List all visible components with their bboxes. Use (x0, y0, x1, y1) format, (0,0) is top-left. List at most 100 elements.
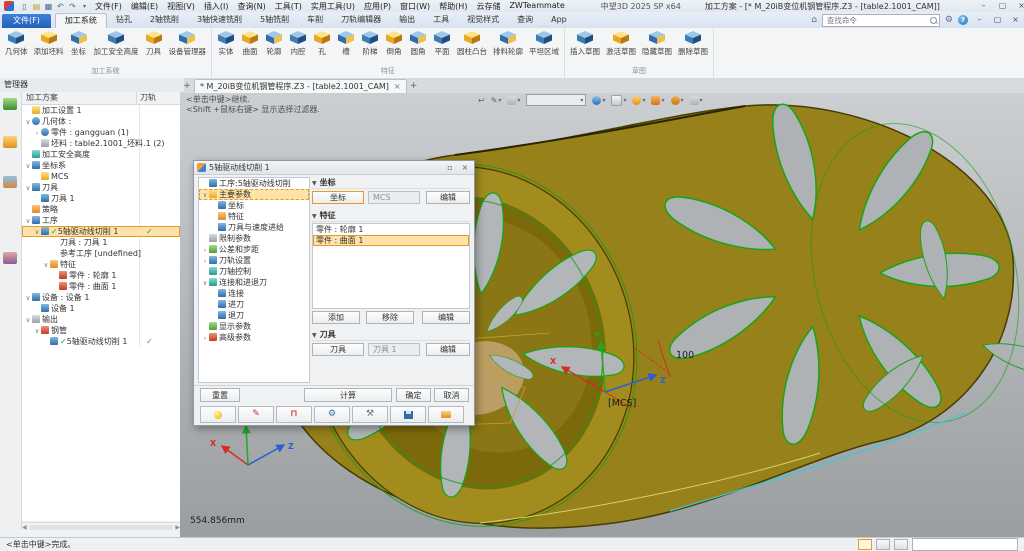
toolpath-button[interactable]: ⊓ (276, 406, 312, 423)
feature-edit-button[interactable]: 编辑 (422, 311, 470, 324)
ribbon-button-坐标[interactable]: 坐标 (67, 29, 91, 58)
menu-item-9[interactable]: 帮助(H) (439, 1, 467, 12)
feature-section-header[interactable]: ▼特征 (312, 210, 470, 222)
ribbon-button-圆角[interactable]: 圆角 (406, 29, 430, 58)
background-icon[interactable]: ▾ (651, 96, 664, 105)
ribbon-tab-查询[interactable]: 查询 (508, 13, 542, 28)
feature-list[interactable]: 零件 : 轮廓 1零件 : 曲面 1 (312, 223, 470, 309)
coord-edit-button[interactable]: 编辑 (426, 191, 470, 204)
tree-row-显示参数[interactable]: 显示参数 (199, 321, 309, 332)
help-icon[interactable]: ? (958, 15, 968, 25)
menu-item-5[interactable]: 工具(T) (275, 1, 302, 12)
exit-pick-icon[interactable]: ↩ (478, 96, 485, 105)
command-search-input[interactable] (822, 14, 940, 27)
save-op-button[interactable] (390, 406, 426, 423)
filter-combo[interactable]: ▾ (526, 94, 586, 106)
ribbon-button-轮廓[interactable]: 轮廓 (262, 29, 286, 58)
new-file-icon[interactable]: ▯ (20, 2, 29, 11)
tree-row-零件 : gangguan (1)[interactable]: ›零件 : gangguan (1) (22, 127, 180, 138)
ribbon-button-槽[interactable]: 槽 (334, 29, 358, 58)
filter-icon[interactable]: ▾ (507, 96, 520, 105)
close-button[interactable]: × (1015, 1, 1024, 11)
tab-close-icon[interactable]: × (394, 80, 401, 93)
ribbon-button-阶梯[interactable]: 阶梯 (358, 29, 382, 58)
qat-dropdown-icon[interactable]: ▾ (80, 2, 89, 11)
coord-button[interactable]: 坐标 (312, 191, 364, 204)
brush-icon[interactable]: ✎▾ (491, 96, 502, 105)
reset-button[interactable]: 重置 (200, 388, 240, 402)
tree-row-进刀[interactable]: 进刀 (199, 299, 309, 310)
scroll-left-icon[interactable]: ◀ (22, 524, 27, 531)
tips-button[interactable] (200, 406, 236, 423)
minimize-button[interactable]: – (977, 1, 990, 11)
ribbon-tab-5轴铣削[interactable]: 5轴铣削 (251, 13, 298, 28)
status-input[interactable] (912, 538, 1018, 551)
ribbon-button-实体[interactable]: 实体 (214, 29, 238, 58)
tree-row-工序:5轴驱动线切削[interactable]: 工序:5轴驱动线切削 (199, 178, 309, 189)
ribbon-tab-App[interactable]: App (542, 13, 576, 28)
dialog-close-icon[interactable]: × (459, 163, 471, 172)
ribbon-button-设备管理器[interactable]: 设备管理器 (166, 29, 210, 58)
tree-row-加工设置 1[interactable]: 加工设置 1 (22, 105, 180, 116)
ui-mode-icon[interactable] (858, 539, 872, 550)
ribbon-tab-加工系统[interactable]: 加工系统 (55, 13, 107, 28)
tree-row-公差和步距[interactable]: ›公差和步距 (199, 244, 309, 255)
open-op-button[interactable] (428, 406, 464, 423)
scroll-track[interactable] (29, 525, 174, 530)
tree-row-刀具 1[interactable]: 刀具 1 (22, 193, 180, 204)
ribbon-button-添加坯料[interactable]: 添加坯料 (31, 29, 67, 58)
tree-row-MCS[interactable]: MCS (22, 171, 180, 182)
tool-check-button[interactable]: ⚒ (352, 406, 388, 423)
cam-plan-icon[interactable] (3, 98, 17, 110)
tree-row-退刀[interactable]: 退刀 (199, 310, 309, 321)
tool-button[interactable]: 刀具 (312, 343, 364, 356)
redo-icon[interactable]: ↷ (68, 2, 77, 11)
ribbon-button-曲面[interactable]: 曲面 (238, 29, 262, 58)
ribbon-tab-3轴快速铣削[interactable]: 3轴快速铣削 (188, 13, 251, 28)
ribbon-button-倒角[interactable]: 倒角 (382, 29, 406, 58)
menu-item-2[interactable]: 视图(V) (167, 1, 195, 12)
visualize-manager-icon[interactable] (3, 176, 17, 188)
save-icon[interactable]: ▦ (44, 2, 53, 11)
tree-row-特征[interactable]: ∨特征 (22, 259, 180, 270)
ribbon-button-圆柱凸台[interactable]: 圆柱凸台 (454, 29, 490, 58)
ribbon-button-激活草图[interactable]: 激活草图 (603, 29, 639, 58)
tree-row-设备 : 设备 1[interactable]: ∨设备 : 设备 1 (22, 292, 180, 303)
tree-row-几何体 :[interactable]: ∨几何体 : (22, 116, 180, 127)
shaded-mode-icon[interactable]: ▾ (592, 96, 605, 105)
tree-row-刀具 : 刀具 1[interactable]: 刀具 : 刀具 1 (22, 237, 180, 248)
tree-row-5轴驱动线切削 1[interactable]: ✓5轴驱动线切削 1✓ (22, 336, 180, 347)
tool-edit-button[interactable]: 编辑 (426, 343, 470, 356)
child-minimize-button[interactable]: – (973, 15, 986, 25)
display-mode-icon[interactable] (876, 539, 890, 550)
tool-section-header[interactable]: ▼刀具 (312, 329, 470, 341)
tree-row-高级参数[interactable]: ›高级参数 (199, 332, 309, 343)
expand-icon[interactable]: › (201, 333, 209, 344)
ribbon-tab-刀轨编辑器[interactable]: 刀轨编辑器 (332, 13, 390, 28)
menu-item-8[interactable]: 窗口(W) (400, 1, 430, 12)
ribbon-tab-车削[interactable]: 车削 (298, 13, 332, 28)
coord-section-header[interactable]: ▼坐标 (312, 177, 470, 189)
edit-params-button[interactable]: ✎ (238, 406, 274, 423)
tree-row-坐标[interactable]: 坐标 (199, 200, 309, 211)
tree-row-坐标系[interactable]: ∨坐标系 (22, 160, 180, 171)
new-tab-button-2[interactable]: + (407, 79, 421, 93)
dialog-title-bar[interactable]: 5轴驱动线切削 1 ▫ × (194, 161, 474, 175)
window-mode-icon[interactable] (894, 539, 908, 550)
tree-row-特征[interactable]: 特征 (199, 211, 309, 222)
ribbon-button-几何体[interactable]: 几何体 (2, 29, 31, 58)
dialog-pin-icon[interactable]: ▫ (444, 163, 456, 172)
gear-icon[interactable]: ⚙ (945, 14, 953, 26)
tree-row-输出[interactable]: ∨输出 (22, 314, 180, 325)
menu-item-11[interactable]: ZWTeammate (509, 1, 564, 12)
menu-item-4[interactable]: 查询(N) (237, 1, 265, 12)
child-restore-button[interactable]: ▢ (991, 15, 1004, 25)
ribbon-button-平坦区域[interactable]: 平坦区域 (526, 29, 562, 58)
tree-row-5轴驱动线切削 1[interactable]: ∨✓5轴驱动线切削 1✓ (22, 226, 180, 237)
tree-row-刀轨设置[interactable]: ›刀轨设置 (199, 255, 309, 266)
tree-row-设备 1[interactable]: 设备 1 (22, 303, 180, 314)
tree-row-连接[interactable]: 连接 (199, 288, 309, 299)
menu-item-1[interactable]: 编辑(E) (131, 1, 158, 12)
menu-item-6[interactable]: 实用工具(U) (311, 1, 355, 12)
ribbon-button-隐藏草图[interactable]: 隐藏草图 (639, 29, 675, 58)
